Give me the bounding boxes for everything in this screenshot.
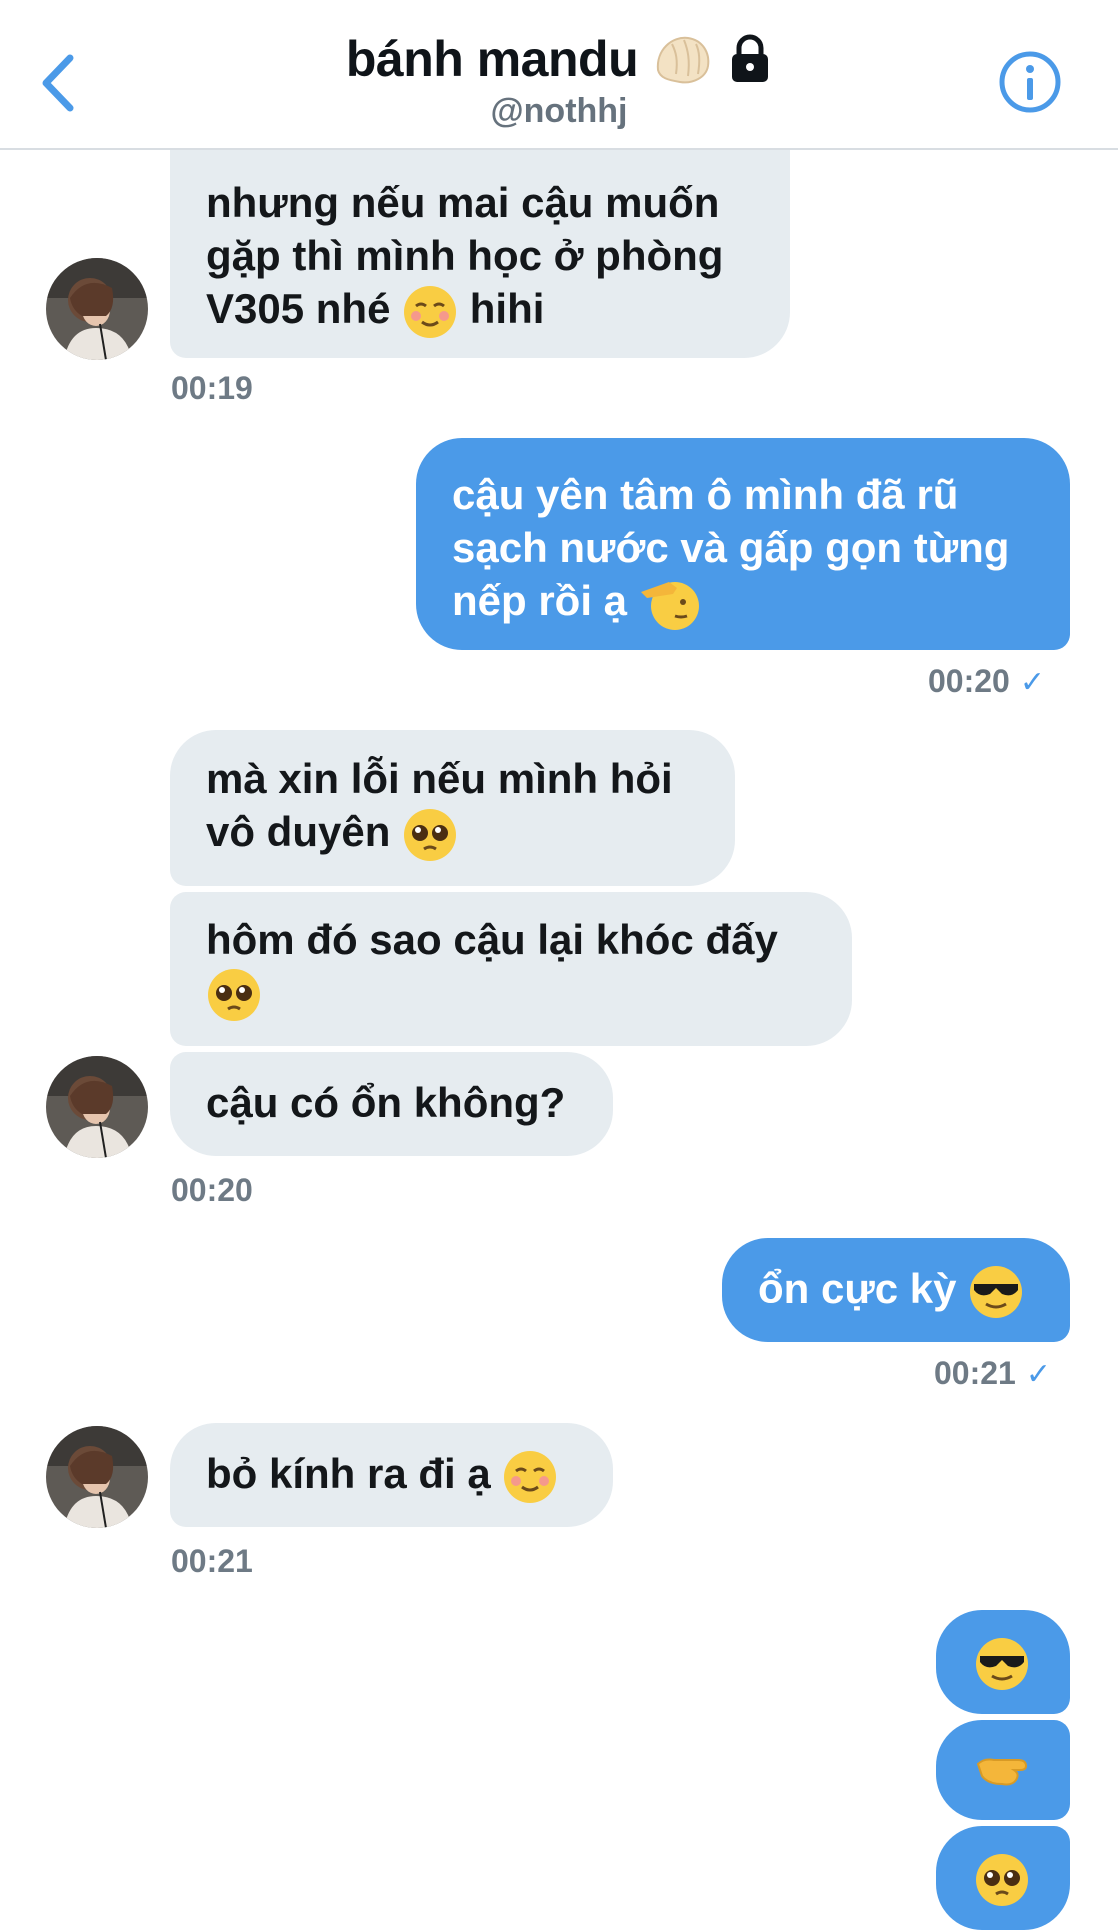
message-text: cậu có ổn không? bbox=[206, 1079, 566, 1126]
timestamp: 00:19 bbox=[171, 370, 253, 406]
message-text: ổn cực kỳ bbox=[758, 1265, 957, 1312]
message-text-tail: hihi bbox=[469, 285, 545, 332]
title-block[interactable]: bánh mandu @nothhj bbox=[0, 30, 1118, 131]
blush-emoji bbox=[504, 1450, 557, 1503]
message-bubble-incoming[interactable]: mà xin lỗi nếu mình hỏi vô duyên bbox=[170, 730, 735, 886]
message-text: nhưng nếu mai cậu muốn gặp thì mình học … bbox=[206, 179, 724, 332]
timestamp: 00:20 bbox=[171, 1172, 253, 1208]
message-bubble-incoming[interactable]: nhưng nếu mai cậu muốn gặp thì mình học … bbox=[170, 148, 790, 358]
message-text: cậu yên tâm ô mình đã rũ sạch nước và gấ… bbox=[452, 471, 1010, 624]
message-bubble-incoming[interactable]: bỏ kính ra đi ạ bbox=[170, 1423, 613, 1527]
pleading-face-emoji bbox=[976, 1853, 1028, 1906]
pleading-face-emoji bbox=[208, 968, 260, 1021]
blush-emoji bbox=[404, 285, 457, 338]
avatar[interactable] bbox=[46, 1426, 148, 1528]
avatar[interactable] bbox=[46, 258, 148, 360]
avatar[interactable] bbox=[46, 1056, 148, 1158]
saluting-face-emoji bbox=[640, 581, 699, 630]
timestamp: 00:20 ✓ bbox=[928, 663, 1045, 700]
contact-name: bánh mandu bbox=[345, 31, 639, 87]
message-bubble-outgoing[interactable] bbox=[936, 1720, 1070, 1820]
message-bubble-outgoing[interactable] bbox=[936, 1610, 1070, 1714]
pleading-face-emoji bbox=[404, 808, 457, 861]
timestamp: 00:21 bbox=[171, 1543, 253, 1579]
message-text: hôm đó sao cậu lại khóc đấy bbox=[206, 916, 778, 963]
message-bubble-outgoing[interactable] bbox=[936, 1826, 1070, 1930]
info-icon[interactable] bbox=[998, 50, 1062, 114]
conversation-header: bánh mandu @nothhj bbox=[0, 0, 1118, 150]
lock-icon bbox=[732, 34, 769, 82]
message-bubble-incoming[interactable]: hôm đó sao cậu lại khóc đấy bbox=[170, 892, 852, 1046]
dumpling-emoji bbox=[657, 36, 710, 84]
time-text: 00:21 bbox=[934, 1355, 1016, 1391]
sunglasses-emoji bbox=[970, 1265, 1023, 1318]
message-bubble-outgoing[interactable]: ổn cực kỳ bbox=[722, 1238, 1070, 1342]
message-bubble-incoming[interactable]: cậu có ổn không? bbox=[170, 1052, 613, 1156]
time-text: 00:20 bbox=[928, 663, 1010, 699]
check-icon: ✓ bbox=[1019, 666, 1045, 699]
pointing-hand-emoji bbox=[976, 1758, 1028, 1786]
sunglasses-emoji bbox=[976, 1637, 1028, 1690]
message-bubble-outgoing[interactable]: cậu yên tâm ô mình đã rũ sạch nước và gấ… bbox=[416, 438, 1070, 650]
check-icon: ✓ bbox=[1025, 1358, 1051, 1391]
contact-handle: @nothhj bbox=[490, 92, 628, 130]
timestamp: 00:21 ✓ bbox=[934, 1355, 1051, 1392]
message-text: bỏ kính ra đi ạ bbox=[206, 1450, 491, 1497]
